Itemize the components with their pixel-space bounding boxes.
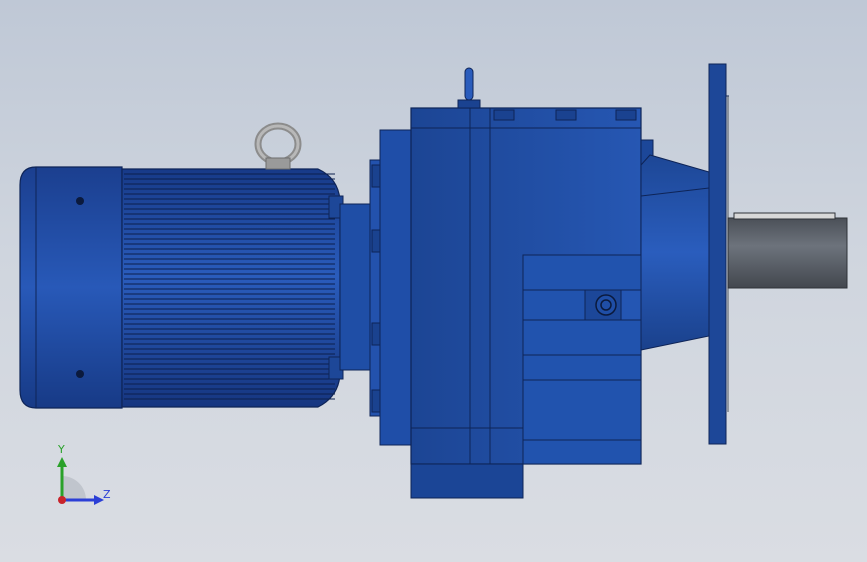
motor-fan-cover[interactable] (19, 166, 123, 409)
gearmotor-3d-model[interactable] (0, 0, 867, 562)
lifting-eye[interactable] (254, 122, 302, 170)
output-housing[interactable] (640, 154, 710, 351)
x-axis-icon (58, 496, 66, 504)
bolt-hole-icon (76, 370, 84, 378)
z-axis-label: Z (103, 488, 111, 501)
axis-triad: Y Z (57, 443, 111, 505)
output-shaft[interactable] (727, 212, 848, 289)
motor-adapter[interactable] (339, 159, 383, 417)
gearbox-flange[interactable] (708, 63, 729, 445)
gearbox-housing[interactable] (379, 67, 654, 499)
graphics-viewport[interactable]: Y Z (0, 0, 867, 562)
bolt-hole-icon (76, 197, 84, 205)
drain-plug-icon (595, 294, 617, 316)
motor-body[interactable] (121, 168, 344, 408)
y-axis-label: Y (57, 443, 65, 456)
